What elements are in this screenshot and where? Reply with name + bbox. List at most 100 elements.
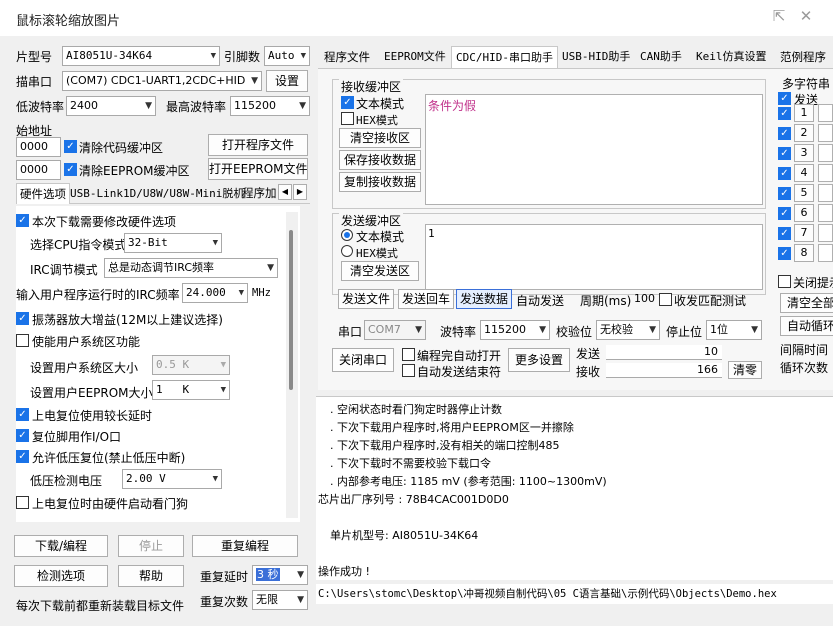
scrollbar-thumb[interactable]: [289, 230, 293, 390]
long-reset-checkbox[interactable]: ✓: [16, 408, 29, 421]
repeat-delay-select[interactable]: 3 秒 ▼: [252, 565, 308, 585]
auto-send-end-checkbox[interactable]: [402, 364, 415, 377]
send-file-button[interactable]: 发送文件: [338, 289, 394, 309]
serial-port-select[interactable]: COM7 ▼: [364, 320, 426, 340]
send-text-radio[interactable]: [341, 229, 353, 241]
cpu-mode-select[interactable]: 32-Bit ▼: [124, 233, 222, 253]
multi-row-send-button[interactable]: 8: [794, 244, 814, 262]
irc-mode-select[interactable]: 总是动态调节IRC频率 ▼: [104, 258, 278, 278]
baud-select[interactable]: 115200 ▼: [480, 320, 550, 340]
multi-row-input[interactable]: [818, 184, 833, 202]
recv-hex-checkbox[interactable]: [341, 112, 354, 125]
wdt-checkbox[interactable]: [16, 496, 29, 509]
multi-send-checkbox[interactable]: ✓: [778, 92, 791, 105]
recv-text-checkbox[interactable]: ✓: [341, 96, 354, 109]
period-value[interactable]: 100: [634, 292, 655, 305]
eeprom-size-select[interactable]: 1 K ▼: [152, 380, 230, 400]
multi-row-checkbox[interactable]: ✓: [778, 107, 791, 120]
multi-row-input[interactable]: [818, 224, 833, 242]
multi-row-input[interactable]: [818, 144, 833, 162]
clear-eeprom-checkbox[interactable]: ✓: [64, 163, 77, 176]
open-program-button[interactable]: 打开程序文件: [208, 134, 308, 156]
multi-row-input[interactable]: [818, 204, 833, 222]
max-baud-select[interactable]: 115200 ▼: [230, 96, 310, 116]
multi-row-input[interactable]: [818, 124, 833, 142]
clear-send-button[interactable]: 清空发送区: [341, 261, 419, 281]
port-select[interactable]: (COM7) CDC1-UART1,2CDC+HID ▼: [62, 71, 262, 91]
multi-row-send-button[interactable]: 4: [794, 164, 814, 182]
tab-can[interactable]: CAN助手: [636, 46, 686, 68]
pin-select[interactable]: Auto ▼: [264, 46, 310, 66]
auto-loop-button[interactable]: 自动循环: [780, 316, 833, 336]
lvd-reset-checkbox[interactable]: ✓: [16, 450, 29, 463]
close-hint-checkbox[interactable]: [778, 275, 791, 288]
reprogram-button[interactable]: 重复编程: [192, 535, 298, 557]
address-input-1[interactable]: 0000: [16, 137, 61, 157]
tab-usb-hid[interactable]: USB-HID助手: [558, 46, 634, 68]
more-settings-button[interactable]: 更多设置: [508, 348, 570, 372]
tab-program-add[interactable]: 程序加: [242, 185, 277, 201]
close-port-button[interactable]: 关闭串口: [332, 348, 394, 372]
auto-send-label[interactable]: 自动发送: [516, 292, 564, 309]
sys-area-size-select[interactable]: 0.5 K ▼: [152, 355, 230, 375]
send-data-button[interactable]: 发送数据: [456, 289, 512, 309]
address-input-2[interactable]: 0000: [16, 160, 61, 180]
tab-keil[interactable]: Keil仿真设置: [692, 46, 771, 68]
auto-open-checkbox[interactable]: [402, 348, 415, 361]
multi-row-checkbox[interactable]: ✓: [778, 167, 791, 180]
min-baud-select[interactable]: 2400 ▼: [66, 96, 156, 116]
check-options-button[interactable]: 检测选项: [14, 565, 108, 587]
multi-row-checkbox[interactable]: ✓: [778, 227, 791, 240]
help-button[interactable]: 帮助: [118, 565, 184, 587]
tab-scroll-right-icon[interactable]: ▶: [293, 184, 307, 200]
tab-eeprom-file[interactable]: EEPROM文件: [380, 46, 450, 68]
stop-bits-select[interactable]: 1位 ▼: [706, 320, 762, 340]
chip-select[interactable]: AI8051U-34K64 ▼: [62, 46, 220, 66]
tab-scroll-left-icon[interactable]: ◀: [278, 184, 292, 200]
parity-select[interactable]: 无校验 ▼: [596, 320, 660, 340]
multi-row-checkbox[interactable]: ✓: [778, 187, 791, 200]
tab-hardware-options[interactable]: 硬件选项: [16, 183, 70, 204]
settings-button[interactable]: 设置: [266, 70, 308, 92]
send-hex-radio[interactable]: [341, 245, 353, 257]
match-test-checkbox[interactable]: [659, 293, 672, 306]
repeat-count-select[interactable]: 无限 ▼: [252, 590, 308, 610]
open-external-icon[interactable]: ⇱: [770, 7, 788, 25]
stop-button[interactable]: 停止: [118, 535, 184, 557]
options-scrollbar[interactable]: [286, 212, 298, 518]
multi-row-checkbox[interactable]: ✓: [778, 247, 791, 260]
osc-gain-checkbox[interactable]: ✓: [16, 312, 29, 325]
close-icon[interactable]: ✕: [797, 7, 815, 25]
multi-row-send-button[interactable]: 6: [794, 204, 814, 222]
tab-examples[interactable]: 范例程序: [776, 46, 830, 68]
multi-row-send-button[interactable]: 3: [794, 144, 814, 162]
log-output[interactable]: . 空闲状态时看门狗定时器停止计数 . 下次下载用户程序时,将用户EEPROM区一…: [316, 396, 833, 580]
receive-textarea[interactable]: 条件为假: [425, 94, 763, 205]
multi-row-send-button[interactable]: 2: [794, 124, 814, 142]
tab-program-file[interactable]: 程序文件: [320, 46, 374, 68]
multi-row-input[interactable]: [818, 164, 833, 182]
multi-row-input[interactable]: [818, 104, 833, 122]
reset-io-checkbox[interactable]: ✓: [16, 429, 29, 442]
open-eeprom-button[interactable]: 打开EEPROM文件: [208, 158, 308, 180]
save-receive-button[interactable]: 保存接收数据: [339, 150, 421, 170]
sys-area-checkbox[interactable]: [16, 334, 29, 347]
modify-hw-checkbox[interactable]: ✓: [16, 214, 29, 227]
multi-row-checkbox[interactable]: ✓: [778, 147, 791, 160]
lvd-select[interactable]: 2.00 V ▼: [122, 469, 222, 489]
multi-row-checkbox[interactable]: ✓: [778, 207, 791, 220]
tab-usb-link[interactable]: USB-Link1D/U8W/U8W-Mini脱机: [70, 185, 244, 201]
clear-all-button[interactable]: 清空全部: [780, 293, 833, 313]
send-textarea[interactable]: 1: [425, 224, 763, 290]
multi-row-send-button[interactable]: 1: [794, 104, 814, 122]
download-button[interactable]: 下载/编程: [14, 535, 108, 557]
irc-freq-select[interactable]: 24.000 ▼: [182, 283, 248, 303]
clear-count-button[interactable]: 清零: [728, 361, 762, 379]
multi-row-input[interactable]: [818, 244, 833, 262]
tab-cdc-hid-serial[interactable]: CDC/HID-串口助手: [451, 46, 558, 68]
copy-receive-button[interactable]: 复制接收数据: [339, 172, 421, 192]
clear-receive-button[interactable]: 清空接收区: [339, 128, 421, 148]
multi-row-send-button[interactable]: 7: [794, 224, 814, 242]
clear-code-checkbox[interactable]: ✓: [64, 140, 77, 153]
multi-row-send-button[interactable]: 5: [794, 184, 814, 202]
